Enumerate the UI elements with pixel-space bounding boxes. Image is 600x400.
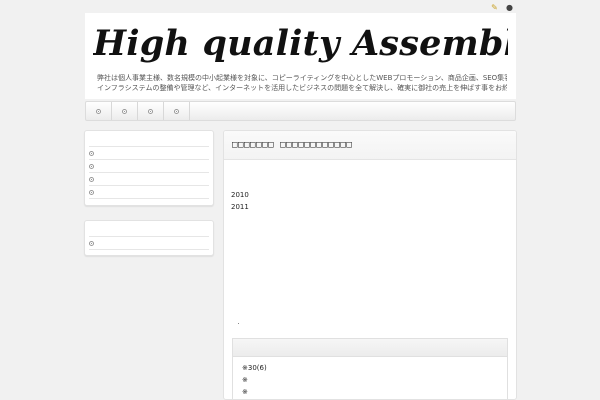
category-box: ※30(6) ※ ※	[232, 338, 508, 399]
bullet-icon	[89, 240, 94, 246]
bullet-icon	[174, 108, 179, 114]
sidebar-link-4[interactable]	[89, 186, 209, 199]
sidebar-link-5[interactable]	[89, 237, 209, 250]
bullet-icon	[148, 108, 153, 114]
category-list: ※30(6) ※ ※	[233, 357, 507, 398]
bullet-icon	[122, 108, 127, 114]
nav-item-4[interactable]	[164, 102, 190, 120]
list-item[interactable]: ※	[242, 374, 507, 386]
list-item[interactable]: ※	[242, 386, 507, 398]
sidebar-link-3[interactable]	[89, 173, 209, 186]
top-icons: ✎ ●	[490, 3, 514, 12]
site-logo[interactable]: High quality Assemblage	[93, 19, 508, 69]
user-icon[interactable]: ●	[505, 3, 514, 12]
archive-year-2010[interactable]: 2010	[231, 189, 249, 201]
nav-item-1[interactable]	[86, 102, 112, 120]
tagline-line-1: 弊社は個人事業主様、数名規模の中小起業様を対象に、コピーライティングを中心とした…	[97, 74, 507, 82]
nav-item-3[interactable]	[138, 102, 164, 120]
bullet-icon	[89, 176, 94, 182]
page-title: □□□□□□□ □□□□□□□□□□□□	[224, 131, 516, 160]
tagline-line-2: インフラシステムの整備や管理など、インターネットを活用したビジネスの問題を全て解…	[97, 84, 507, 92]
sidebar-link-2[interactable]	[89, 160, 209, 173]
category-box-header	[233, 339, 507, 357]
sidebar-link-1[interactable]	[89, 147, 209, 160]
edit-icon[interactable]: ✎	[490, 3, 499, 12]
bullet-icon	[89, 189, 94, 195]
separator-dot	[238, 323, 239, 324]
sidebar-widget-1	[84, 130, 214, 206]
list-item[interactable]: ※30(6)	[242, 362, 507, 374]
bullet-icon	[89, 150, 94, 156]
widget-heading	[89, 221, 209, 237]
archive-year-2011[interactable]: 2011	[231, 201, 249, 213]
bullet-icon	[89, 163, 94, 169]
nav-item-2[interactable]	[112, 102, 138, 120]
main-content: □□□□□□□ □□□□□□□□□□□□ 2010 2011 ※30(6) ※ …	[223, 130, 517, 400]
site-header: High quality Assemblage 弊社は個人事業主様、数名規模の中…	[85, 13, 516, 99]
widget-heading	[89, 131, 209, 147]
sidebar-widget-2	[84, 220, 214, 256]
archive-list: 2010 2011	[231, 189, 249, 213]
bullet-icon	[96, 108, 101, 114]
nav-bar	[85, 101, 516, 121]
site-tagline: 弊社は個人事業主様、数名規模の中小起業様を対象に、コピーライティングを中心とした…	[97, 73, 507, 93]
